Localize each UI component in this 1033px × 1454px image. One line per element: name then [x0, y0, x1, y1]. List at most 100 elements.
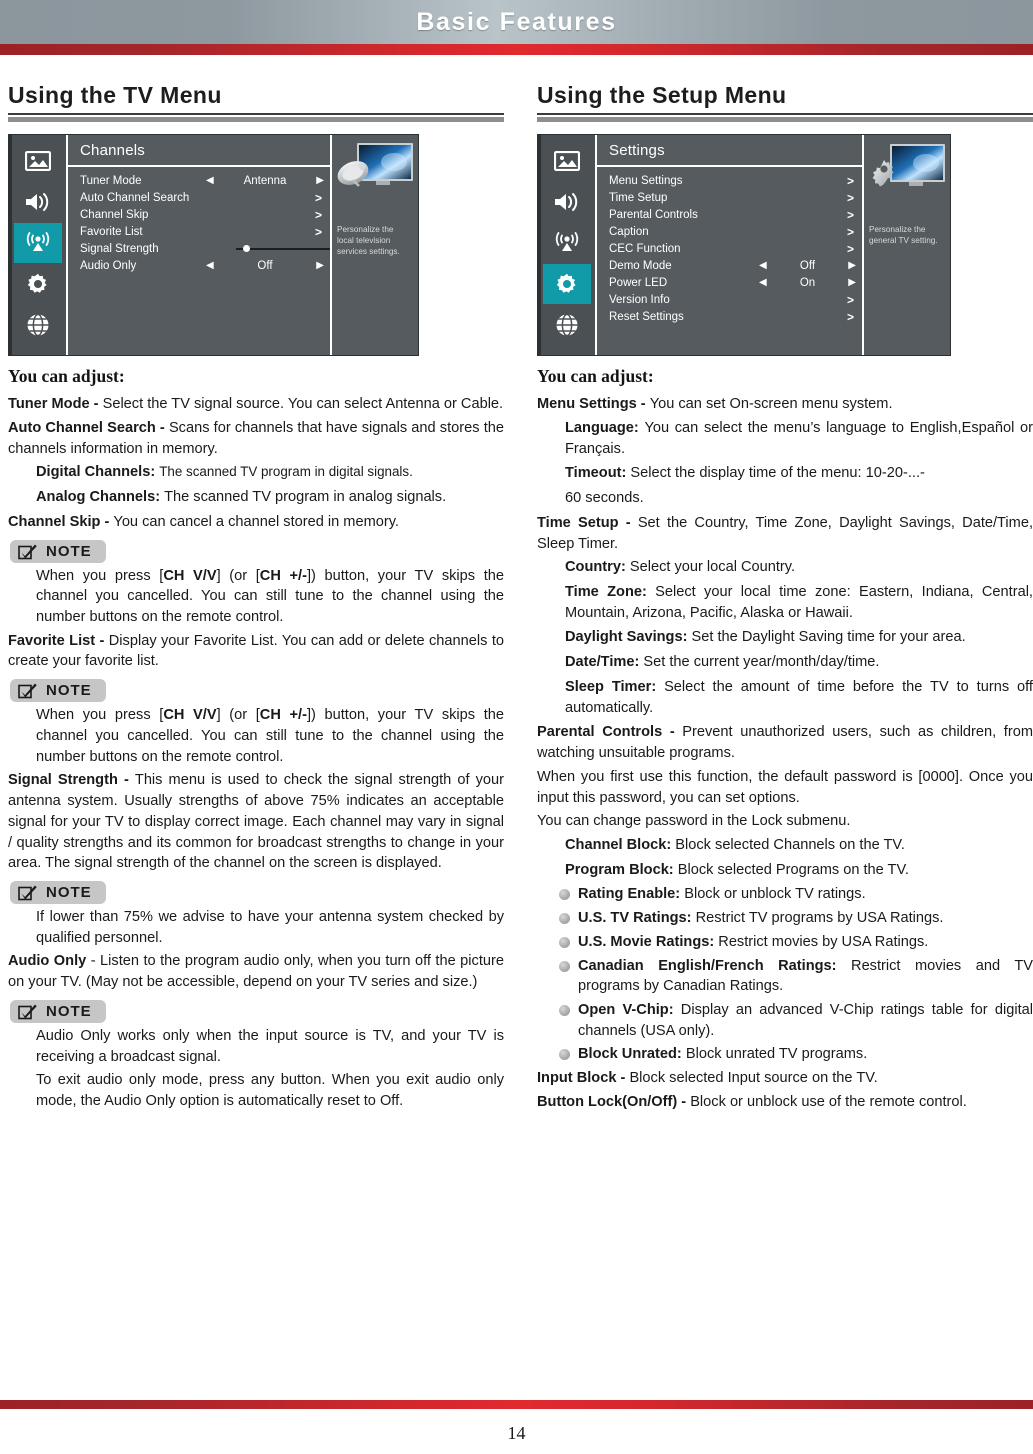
settings-osd-screenshot: Settings Menu Settings > Time Setup > Pa… — [537, 134, 951, 357]
bullet-block-unrated: Block Unrated: Block unrated TV programs… — [559, 1044, 1033, 1065]
chevron-right-icon[interactable]: ▶ — [848, 260, 856, 271]
term-label: Analog Channels: — [36, 489, 165, 506]
audio-icon[interactable] — [543, 182, 591, 222]
term-label: U.S. Movie Ratings: — [578, 933, 719, 950]
bullet-dot-icon — [559, 913, 570, 925]
paragraph-date-time: Date/Time: Set the current year/month/da… — [565, 652, 1033, 673]
right-section-title: Using the Setup Menu — [537, 82, 787, 108]
term-label: Country: — [565, 559, 630, 576]
paragraph-tuner-mode: Tuner Mode - Select the TV signal source… — [8, 394, 504, 415]
term-description: Block selected Input source on the TV. — [629, 1070, 878, 1087]
paragraph-country: Country: Select your local Country. — [565, 557, 1033, 578]
signal-strength-slider[interactable]: 5 — [206, 242, 348, 256]
paragraph-channel-skip: Channel Skip - You can cancel a channel … — [8, 512, 504, 533]
term-description: Restrict TV programs by USA Ratings. — [695, 910, 944, 927]
term-label: U.S. TV Ratings: — [578, 910, 696, 927]
network-icon[interactable] — [14, 305, 62, 345]
bullet-dot-icon — [559, 936, 570, 948]
osd-row-version-info[interactable]: Version Info > — [597, 291, 862, 308]
paragraph-menu-settings: Menu Settings - You can set On-screen me… — [537, 394, 1033, 415]
picture-icon[interactable] — [543, 141, 591, 181]
osd-row-favorite-list[interactable]: Favorite List > — [68, 223, 330, 240]
settings-help-text: Personalize the general TV setting. — [869, 225, 938, 246]
picture-icon[interactable] — [14, 141, 62, 181]
osd-row-auto-channel-search[interactable]: Auto Channel Search > — [68, 189, 330, 206]
right-heading-rule-thin — [537, 113, 1033, 116]
submenu-arrow-icon: > — [846, 241, 854, 256]
osd-row-label: Tuner Mode — [80, 174, 142, 187]
term-label: Open V-Chip: — [578, 1001, 681, 1018]
term-label: Language: — [565, 420, 645, 437]
osd-row-channel-skip[interactable]: Channel Skip > — [68, 206, 330, 223]
term-label: Date/Time: — [565, 654, 644, 671]
chevron-right-icon[interactable]: ▶ — [316, 175, 324, 186]
note-key: CH +/- — [259, 567, 307, 584]
osd-row-power-led[interactable]: Power LED ◀ On ▶ — [597, 274, 862, 291]
footer-accent-rule — [0, 1400, 1033, 1409]
term-description: Select the display time of the menu: 10-… — [630, 465, 925, 482]
term-label: Canadian English/French Ratings: — [578, 957, 852, 974]
antenna-icon[interactable] — [543, 223, 591, 263]
submenu-arrow-icon: > — [846, 309, 854, 324]
term-description: Block or unblock TV ratings. — [684, 886, 866, 903]
note-label: NOTE — [46, 542, 92, 560]
term-description: Select your local Country. — [629, 559, 796, 576]
osd-row-value: Off — [799, 259, 816, 272]
settings-icon[interactable] — [542, 264, 591, 305]
osd-row-menu-settings[interactable]: Menu Settings > — [597, 172, 862, 189]
osd-row-parental-controls[interactable]: Parental Controls > — [597, 206, 862, 223]
paragraph-favorite-list: Favorite List - Display your Favorite Li… — [8, 631, 504, 672]
osd-row-audio-only[interactable]: Audio Only ◀ Off ▶ — [68, 257, 330, 274]
term-description: Restrict movies by USA Ratings. — [718, 933, 929, 950]
term-label: Channel Skip - — [8, 513, 114, 530]
note-part: ] (or [ — [216, 707, 260, 724]
paragraph-digital-channels: Digital Channels: The scanned TV program… — [36, 462, 504, 483]
osd-selector[interactable]: ◀ On ▶ — [759, 277, 856, 289]
note-label: NOTE — [46, 883, 92, 901]
chevron-left-icon[interactable]: ◀ — [759, 277, 767, 288]
osd-row-caption[interactable]: Caption > — [597, 223, 862, 240]
osd-selector[interactable]: ◀ Off ▶ — [206, 260, 324, 272]
term-label: Tuner Mode - — [8, 396, 103, 413]
slider-track[interactable] — [236, 245, 336, 253]
paragraph-change-password: You can change password in the Lock subm… — [537, 813, 851, 830]
gear-tv-illustration — [864, 135, 950, 223]
paragraph-signal-strength: Signal Strength - This menu is used to c… — [8, 770, 504, 874]
submenu-arrow-icon: > — [314, 207, 322, 222]
note-check-icon — [18, 682, 38, 699]
bullet-dot-icon — [559, 1049, 570, 1061]
left-heading-rule-thick — [8, 117, 504, 123]
osd-row-signal-strength[interactable]: Signal Strength 5 — [68, 240, 348, 257]
term-description: You can set On-screen menu system. — [649, 396, 893, 413]
osd-selector[interactable]: ◀ Off ▶ — [759, 260, 856, 272]
osd-row-demo-mode[interactable]: Demo Mode ◀ Off ▶ — [597, 257, 862, 274]
chevron-left-icon[interactable]: ◀ — [206, 260, 214, 271]
settings-icon[interactable] — [14, 264, 62, 304]
term-label: Timeout: — [565, 465, 631, 482]
osd-selector[interactable]: ◀ Antenna ▶ — [206, 175, 324, 187]
submenu-arrow-icon: > — [846, 224, 854, 239]
chevron-right-icon[interactable]: ▶ — [848, 277, 856, 288]
note-key: CH +/- — [259, 707, 307, 724]
term-label: Digital Channels: — [36, 464, 160, 481]
chevron-left-icon[interactable]: ◀ — [759, 260, 767, 271]
osd-row-cec-function[interactable]: CEC Function > — [597, 240, 862, 257]
osd-row-label: Parental Controls — [609, 208, 698, 221]
right-heading-rule-thick — [537, 117, 1033, 123]
paragraph-program-block: Program Block: Block selected Programs o… — [565, 860, 1033, 881]
chevron-left-icon[interactable]: ◀ — [206, 175, 214, 186]
chevron-right-icon[interactable]: ▶ — [316, 260, 324, 271]
term-description: Block selected Programs on the TV. — [677, 861, 909, 878]
antenna-icon[interactable] — [13, 223, 62, 264]
network-icon[interactable] — [543, 305, 591, 345]
paragraph-language: Language: You can select the menu’s lang… — [565, 418, 1033, 459]
osd-row-label: Favorite List — [80, 225, 143, 238]
banner-accent-rule — [0, 44, 1033, 55]
term-label: Program Block: — [565, 861, 678, 878]
osd-row-reset-settings[interactable]: Reset Settings > — [597, 308, 862, 325]
slider-handle[interactable] — [243, 245, 250, 253]
osd-row-tuner-mode[interactable]: Tuner Mode ◀ Antenna ▶ — [68, 172, 330, 189]
audio-icon[interactable] — [14, 182, 62, 222]
osd-row-time-setup[interactable]: Time Setup > — [597, 189, 862, 206]
submenu-arrow-icon: > — [846, 190, 854, 205]
